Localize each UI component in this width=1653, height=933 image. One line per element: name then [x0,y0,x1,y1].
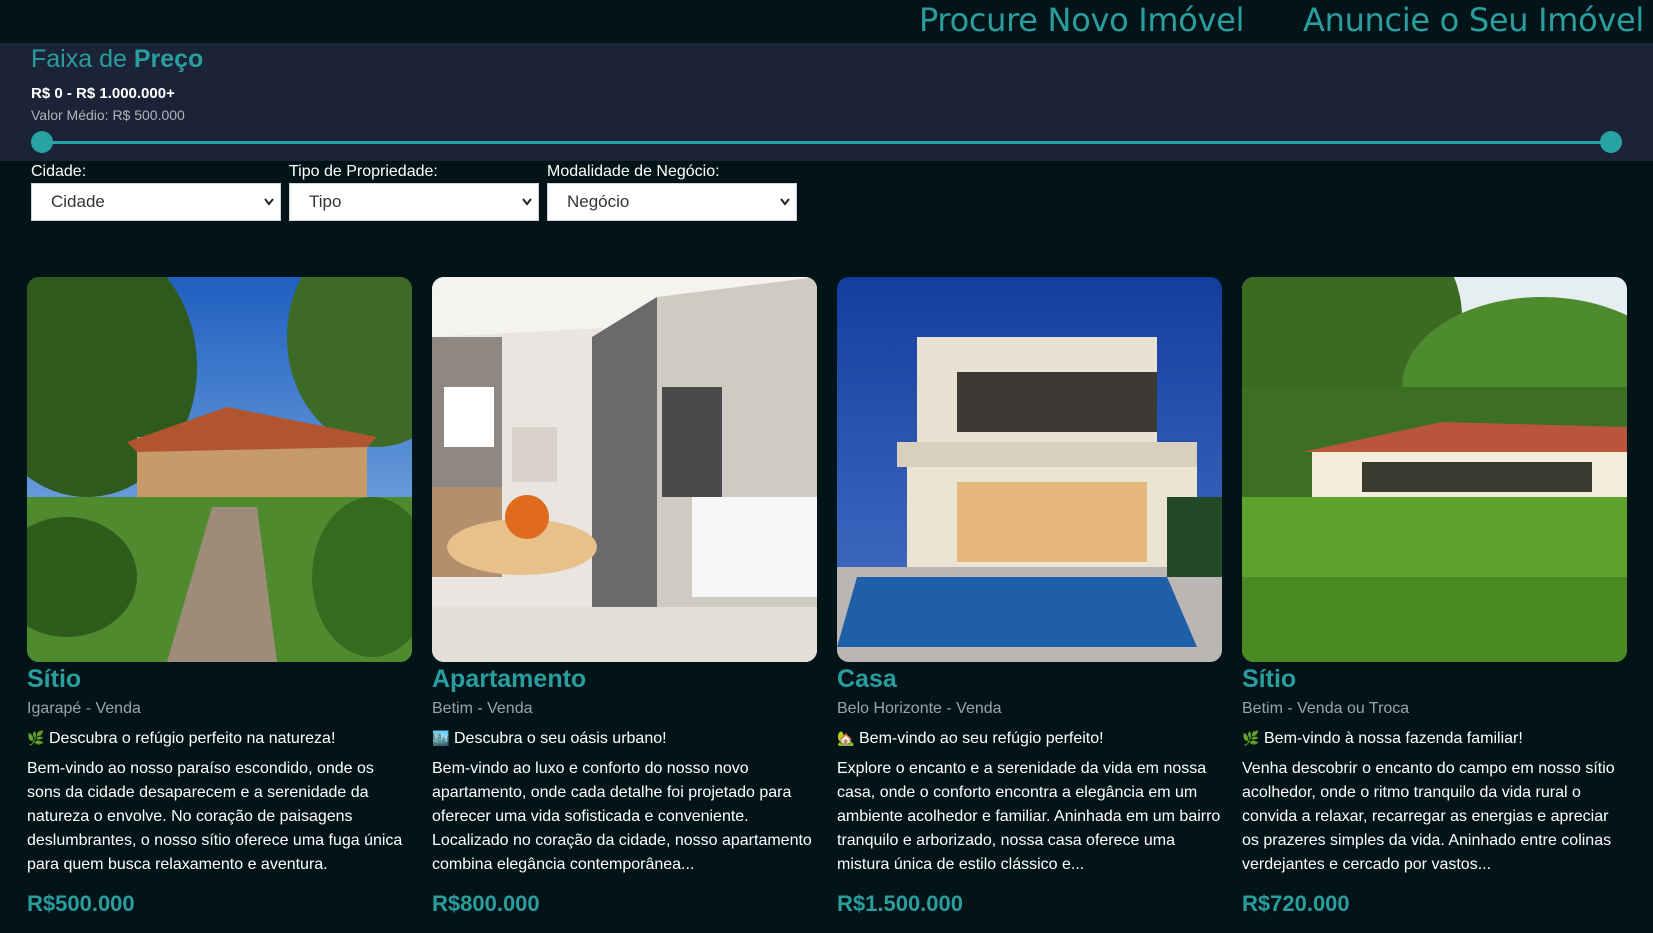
listing-photo[interactable] [1242,277,1627,662]
nav-search-property-link[interactable]: Procure Novo Imóvel [919,0,1244,40]
chevron-down-icon [522,184,532,234]
deal-type-select[interactable]: Negócio [547,183,797,221]
nav-advertise-property-link[interactable]: Anuncie o Seu Imóvel [1303,0,1644,40]
leaf-icon: 🌿 [27,730,45,746]
price-range-title: Faixa de Preço [31,45,203,74]
listing-price: R$1.500.000 [837,891,963,916]
listing-photo[interactable] [27,277,412,662]
listing-location: Betim - Venda [432,700,533,717]
deal-type-select-value: Negócio [567,192,630,211]
listing-tagline: 🌿 Bem-vindo à nossa fazenda familiar! [1242,724,1627,752]
city-select-value: Cidade [51,192,105,211]
chevron-down-icon [780,184,790,234]
listing-tagline: 🏡 Bem-vindo ao seu refúgio perfeito! [837,724,1222,752]
top-navigation: Procure Novo Imóvel Anuncie o Seu Imóvel [0,0,1653,43]
chevron-down-icon [264,184,274,234]
city-filter-label: Cidade: [31,163,87,180]
deal-type-filter-label: Modalidade de Negócio: [547,163,720,180]
leaf-icon: 🌿 [1242,730,1260,746]
listing-card[interactable]: Casa Belo Horizonte - Venda 🏡 Bem-vindo a… [837,277,1222,917]
price-average-value: Valor Médio: R$ 500.000 [31,107,185,123]
listing-location: Igarapé - Venda [27,700,141,717]
price-range-value: R$ 0 - R$ 1.000.000+ [31,85,175,102]
listing-tagline-text: Descubra o seu oásis urbano! [454,730,667,747]
listing-tagline: 🌿 Descubra o refúgio perfeito na natureza… [27,724,412,752]
city-filter: Cidade: Cidade [31,161,281,221]
price-slider-min-handle[interactable] [31,131,53,153]
listing-price: R$720.000 [1242,891,1350,916]
listing-description: Bem-vindo ao luxo e conforto do nosso no… [432,760,812,873]
listing-photo[interactable] [432,277,817,662]
listing-tagline-text: Bem-vindo ao seu refúgio perfeito! [859,730,1104,747]
city-select[interactable]: Cidade [31,183,281,221]
listing-card[interactable]: Sítio Betim - Venda ou Troca 🌿 Bem-vindo … [1242,277,1627,917]
price-title-prefix: Faixa de [31,45,127,73]
listing-location: Betim - Venda ou Troca [1242,700,1410,717]
city-icon: 🏙️ [432,730,450,746]
listing-location: Belo Horizonte - Venda [837,700,1002,717]
listing-title[interactable]: Sítio [1242,664,1627,694]
property-type-select-value: Tipo [309,192,342,211]
listing-tagline-text: Bem-vindo à nossa fazenda familiar! [1264,730,1523,747]
listing-description: Explore o encanto e a serenidade da vida… [837,760,1221,873]
price-title-bold: Preço [133,45,204,73]
listing-price: R$500.000 [27,891,135,916]
property-type-filter: Tipo de Propriedade: Tipo [289,161,539,221]
listing-tagline-text: Descubra o refúgio perfeito na natureza! [49,730,336,747]
listing-price: R$800.000 [432,891,540,916]
price-slider-max-handle[interactable] [1600,131,1622,153]
price-slider-track[interactable] [42,141,1610,144]
listing-title[interactable]: Apartamento [432,664,817,694]
listing-title[interactable]: Sítio [27,664,412,694]
house-icon: 🏡 [837,730,855,746]
listing-card[interactable]: Apartamento Betim - Venda 🏙️ Descubra o s… [432,277,817,917]
listing-title[interactable]: Casa [837,664,1222,694]
listing-card[interactable]: Sítio Igarapé - Venda 🌿 Descubra o refúgi… [27,277,412,917]
price-range-panel: Faixa de Preço R$ 0 - R$ 1.000.000+ Valo… [0,43,1653,161]
deal-type-filter: Modalidade de Negócio: Negócio [547,161,797,221]
listing-photo[interactable] [837,277,1222,662]
listing-tagline: 🏙️ Descubra o seu oásis urbano! [432,724,817,752]
property-type-filter-label: Tipo de Propriedade: [289,163,438,180]
property-type-select[interactable]: Tipo [289,183,539,221]
listing-description: Bem-vindo ao nosso paraíso escondido, on… [27,760,403,873]
listing-description: Venha descobrir o encanto do campo em no… [1242,760,1615,873]
